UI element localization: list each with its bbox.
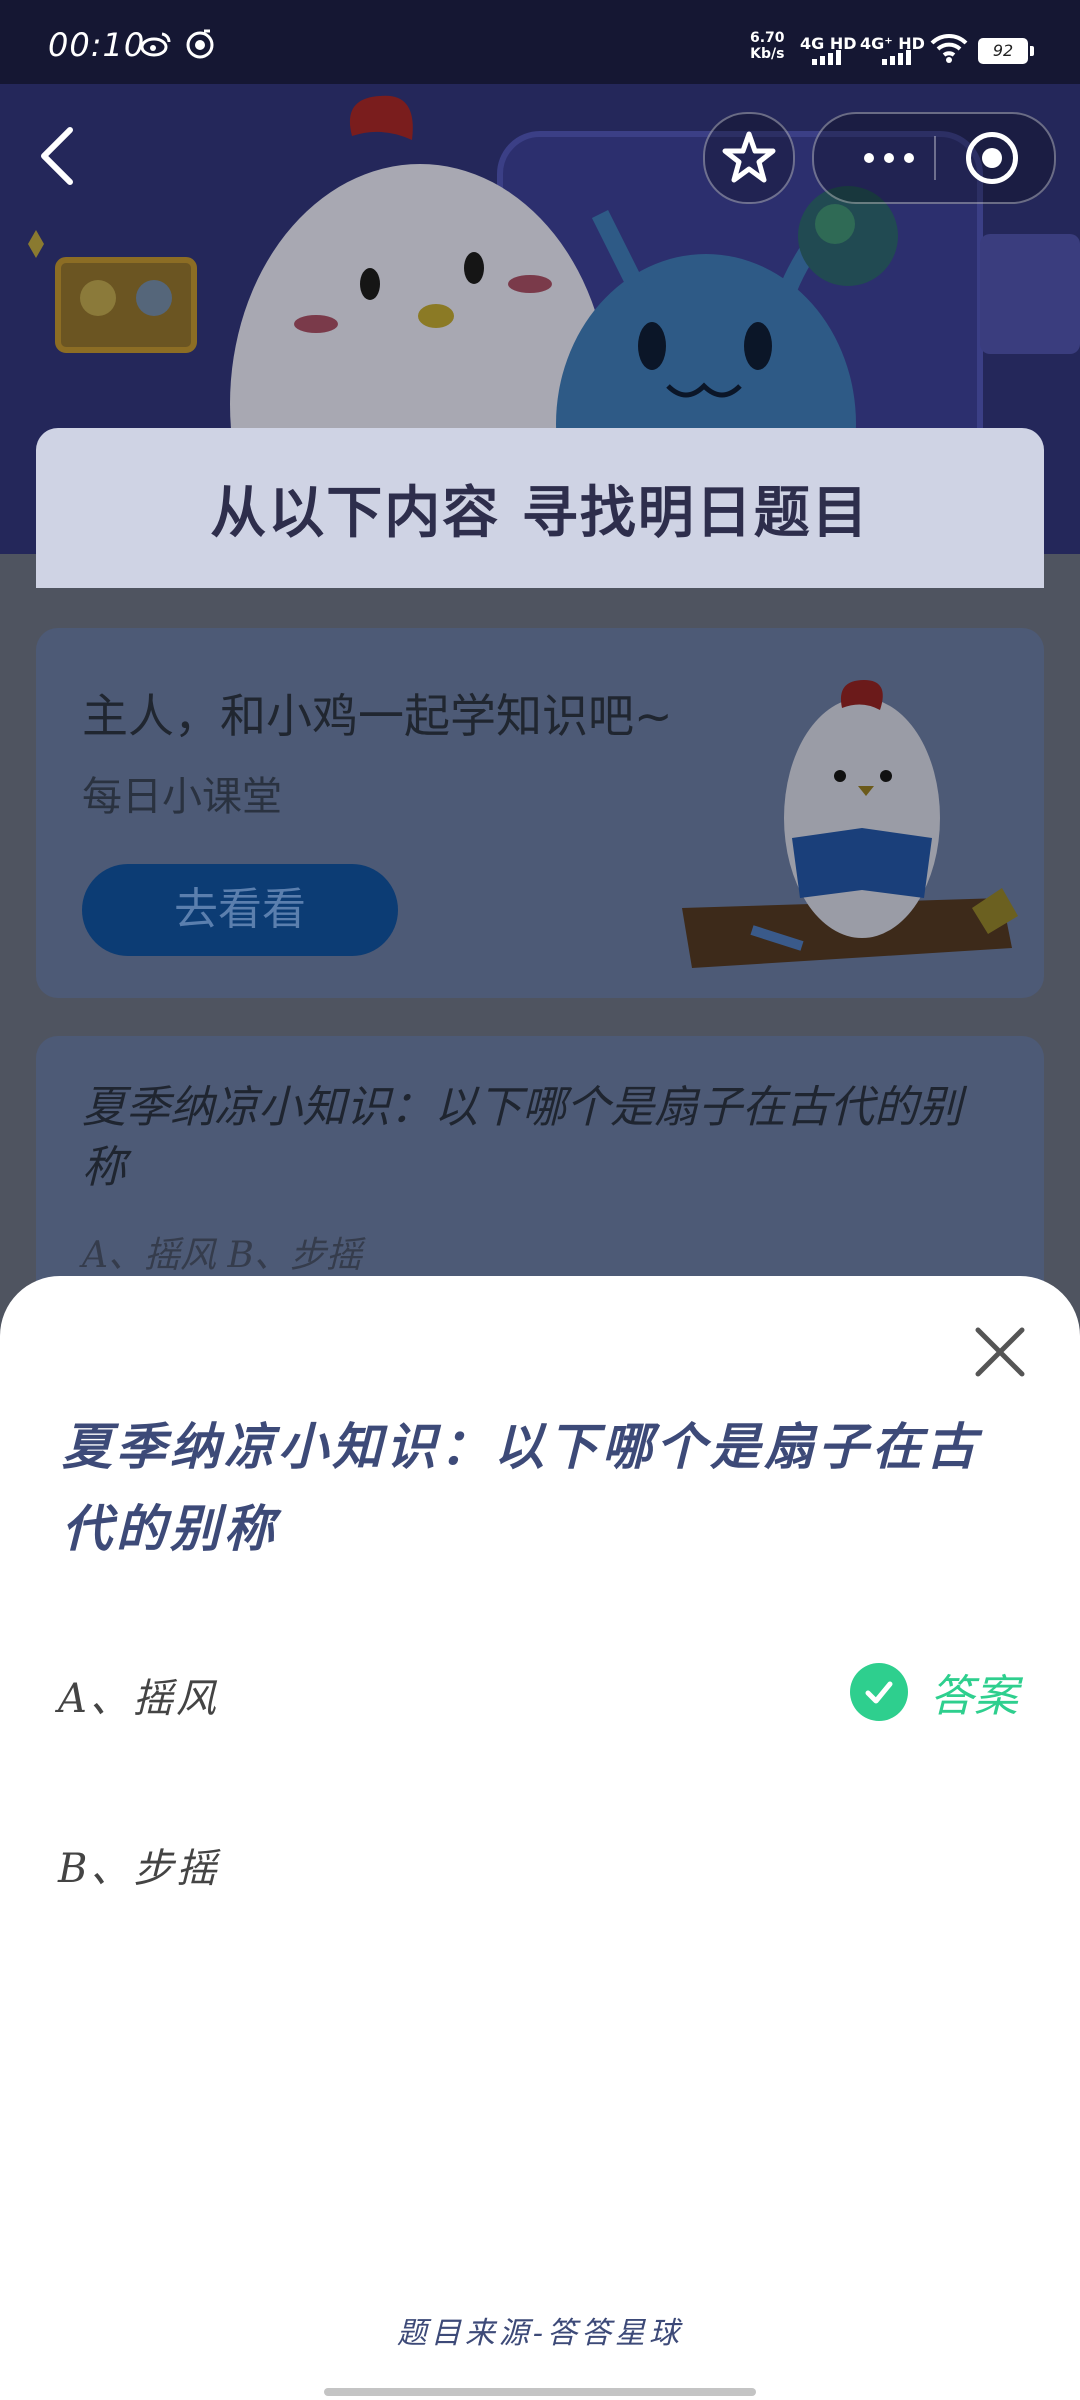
capsule-divider (934, 136, 936, 180)
option-b[interactable]: B、步摇 (58, 1836, 219, 1894)
net-speed-value: 6.70 (750, 30, 785, 46)
quiz-card[interactable]: 夏季纳凉小知识：以下哪个是扇子在古代的别称 A、摇风 B、步摇 (36, 1036, 1044, 1316)
close-icon[interactable] (968, 1320, 1032, 1384)
go-see-button[interactable]: 去看看 (82, 864, 398, 956)
miniprogram-capsule (812, 112, 1056, 204)
status-bar: 00:10 6.70 Kb/s 4G HD 4G⁺ HD 92 (0, 0, 1080, 84)
net-speed: 6.70 Kb/s (750, 30, 785, 62)
chick-reading-illustration (682, 680, 1018, 968)
weibo-icon (140, 32, 171, 57)
answer-sheet: 夏季纳凉小知识：以下哪个是扇子在古代的别称 A、摇风 答案 B、步摇 题目来源-… (0, 1276, 1080, 2400)
sheet-question: 夏季纳凉小知识：以下哪个是扇子在古代的别称 (62, 1417, 980, 1558)
star-icon (722, 131, 776, 183)
favorite-button[interactable] (703, 112, 795, 204)
more-options-button[interactable] (844, 114, 934, 202)
home-indicator[interactable] (324, 2388, 756, 2396)
status-time: 00:10 (48, 26, 146, 64)
question-source: 题目来源-答答星球 (396, 2316, 684, 2351)
quiz-options: A、摇风 B、步摇 (82, 1235, 362, 1276)
sim1-signal-icon (812, 50, 841, 65)
lesson-title: 主人，和小鸡一起学知识吧~ (82, 689, 673, 743)
heading-panel: 从以下内容 寻找明日题目 (36, 428, 1044, 588)
lesson-subtitle: 每日小课堂 (82, 774, 282, 820)
lesson-card: 主人，和小鸡一起学知识吧~ 每日小课堂 去看看 (36, 628, 1044, 998)
back-arrow-icon[interactable] (30, 120, 86, 192)
check-icon (850, 1663, 908, 1721)
wifi-icon (930, 33, 968, 63)
page-heading: 从以下内容 寻找明日题目 (210, 481, 870, 546)
answer-label: 答案 (930, 1671, 1018, 1722)
close-miniprogram-icon[interactable] (966, 132, 1018, 184)
quiz-question: 夏季纳凉小知识：以下哪个是扇子在古代的别称 (82, 1082, 962, 1193)
net-speed-unit: Kb/s (750, 46, 785, 62)
battery-icon: 92 (978, 38, 1034, 64)
sim2-signal-icon (882, 50, 911, 65)
correct-answer-tag: 答案 (850, 1660, 1018, 1724)
option-a[interactable]: A、摇风 (58, 1666, 219, 1724)
app-notification-icon (186, 29, 214, 59)
